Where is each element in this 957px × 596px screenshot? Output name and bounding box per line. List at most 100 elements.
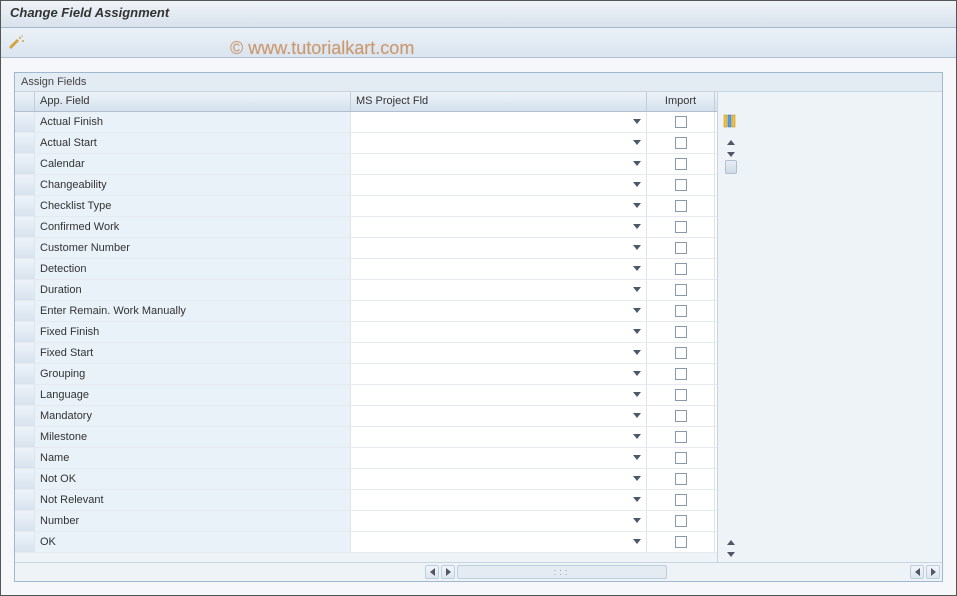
scroll-left-button-right[interactable] [910,565,924,579]
import-checkbox[interactable] [675,137,687,149]
ms-project-dropdown[interactable] [351,154,647,174]
ms-project-dropdown[interactable] [351,301,647,321]
row-selector[interactable] [15,112,35,132]
scroll-thumb[interactable] [725,160,737,174]
import-checkbox[interactable] [675,473,687,485]
import-checkbox[interactable] [675,368,687,380]
column-import[interactable]: Import [647,92,715,111]
import-checkbox[interactable] [675,242,687,254]
column-ms-project-fld[interactable]: MS Project Fld [351,92,647,111]
import-checkbox[interactable] [675,200,687,212]
ms-project-dropdown[interactable] [351,196,647,216]
row-selector[interactable] [15,364,35,384]
ms-project-dropdown[interactable] [351,217,647,237]
ms-project-dropdown[interactable] [351,490,647,510]
import-checkbox[interactable] [675,494,687,506]
ms-project-dropdown[interactable] [351,112,647,132]
scroll-right-button[interactable] [441,565,455,579]
import-checkbox[interactable] [675,347,687,359]
table-row: Calendar [15,154,717,175]
row-selector[interactable] [15,532,35,552]
column-app-field[interactable]: App. Field [35,92,351,111]
import-checkbox[interactable] [675,116,687,128]
table-row: Duration [15,280,717,301]
ms-project-dropdown[interactable] [351,511,647,531]
ms-project-dropdown[interactable] [351,469,647,489]
table-row: Fixed Start [15,343,717,364]
import-checkbox[interactable] [675,431,687,443]
app-field-cell: Grouping [35,364,351,384]
vertical-scrollbar[interactable] [723,136,739,560]
import-checkbox[interactable] [675,158,687,170]
import-cell [647,280,715,300]
column-row-selector[interactable] [15,92,35,111]
scroll-up-button[interactable] [724,136,738,148]
app-field-cell: Milestone [35,427,351,447]
app-field-cell: Fixed Finish [35,322,351,342]
row-selector[interactable] [15,196,35,216]
chevron-down-icon [633,392,641,397]
row-selector[interactable] [15,343,35,363]
import-cell [647,343,715,363]
scroll-right-button-right[interactable] [926,565,940,579]
import-checkbox[interactable] [675,389,687,401]
ms-project-dropdown[interactable] [351,364,647,384]
ms-project-dropdown[interactable] [351,385,647,405]
row-selector[interactable] [15,448,35,468]
ms-project-dropdown[interactable] [351,406,647,426]
row-selector[interactable] [15,133,35,153]
row-selector[interactable] [15,217,35,237]
import-checkbox[interactable] [675,284,687,296]
scroll-track[interactable] [724,160,738,536]
import-checkbox[interactable] [675,179,687,191]
scroll-down-button-bottom[interactable] [724,548,738,560]
row-selector[interactable] [15,280,35,300]
import-checkbox[interactable] [675,305,687,317]
scroll-down-button[interactable] [724,148,738,160]
app-field-cell: Changeability [35,175,351,195]
ms-project-dropdown[interactable] [351,532,647,552]
import-checkbox[interactable] [675,515,687,527]
import-cell [647,133,715,153]
chevron-down-icon [633,224,641,229]
row-selector[interactable] [15,469,35,489]
ms-project-dropdown[interactable] [351,238,647,258]
scroll-up-button-bottom[interactable] [724,536,738,548]
table-row: Milestone [15,427,717,448]
import-checkbox[interactable] [675,263,687,275]
import-checkbox[interactable] [675,410,687,422]
row-selector[interactable] [15,406,35,426]
row-selector[interactable] [15,385,35,405]
ms-project-dropdown[interactable] [351,427,647,447]
row-selector[interactable] [15,490,35,510]
table-row: Mandatory [15,406,717,427]
ms-project-dropdown[interactable] [351,259,647,279]
ms-project-dropdown[interactable] [351,133,647,153]
hscroll-track[interactable]: ::: [457,565,667,579]
ms-project-dropdown[interactable] [351,175,647,195]
ms-project-dropdown[interactable] [351,448,647,468]
row-selector[interactable] [15,259,35,279]
scroll-left-button[interactable] [425,565,439,579]
row-selector[interactable] [15,301,35,321]
ms-project-dropdown[interactable] [351,322,647,342]
import-checkbox[interactable] [675,221,687,233]
table-row: Fixed Finish [15,322,717,343]
wand-icon[interactable] [8,34,26,52]
import-checkbox[interactable] [675,326,687,338]
chevron-down-icon [633,161,641,166]
row-selector[interactable] [15,175,35,195]
chevron-down-icon [633,476,641,481]
configure-columns-icon[interactable] [723,114,737,128]
chevron-down-icon [727,152,735,157]
row-selector[interactable] [15,427,35,447]
import-checkbox[interactable] [675,452,687,464]
row-selector[interactable] [15,322,35,342]
import-checkbox[interactable] [675,536,687,548]
table-row: Not Relevant [15,490,717,511]
ms-project-dropdown[interactable] [351,343,647,363]
row-selector[interactable] [15,154,35,174]
ms-project-dropdown[interactable] [351,280,647,300]
row-selector[interactable] [15,238,35,258]
row-selector[interactable] [15,511,35,531]
